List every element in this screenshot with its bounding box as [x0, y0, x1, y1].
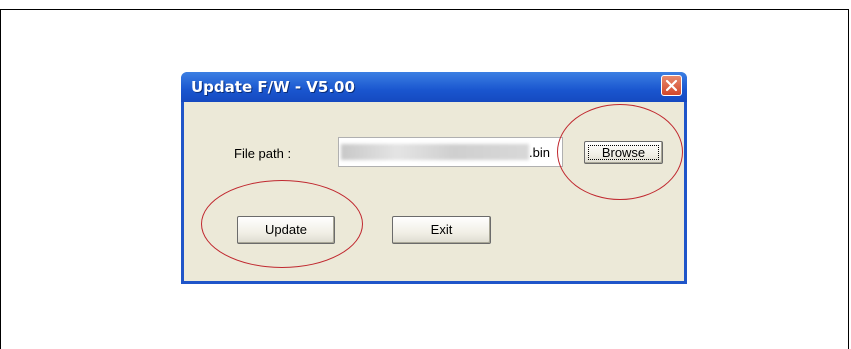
focus-rectangle — [588, 145, 659, 160]
file-path-label: File path : — [234, 146, 292, 161]
update-fw-dialog: Update F/W - V5.00 File path : .bin Brow… — [181, 72, 687, 284]
update-button-label: Update — [265, 222, 307, 237]
title-bar[interactable]: Update F/W - V5.00 — [181, 72, 687, 102]
file-path-input[interactable]: .bin — [338, 137, 563, 167]
dialog-title: Update F/W - V5.00 — [191, 78, 355, 96]
close-button[interactable] — [661, 75, 682, 96]
dialog-client-area: File path : .bin Browse Update Exit — [184, 102, 684, 281]
exit-button[interactable]: Exit — [392, 216, 491, 244]
blurred-path-text — [341, 144, 529, 160]
close-icon — [665, 79, 678, 92]
browse-button[interactable]: Browse — [584, 141, 663, 164]
update-button[interactable]: Update — [237, 216, 335, 244]
exit-button-label: Exit — [430, 222, 453, 237]
file-extension-text: .bin — [529, 145, 550, 160]
